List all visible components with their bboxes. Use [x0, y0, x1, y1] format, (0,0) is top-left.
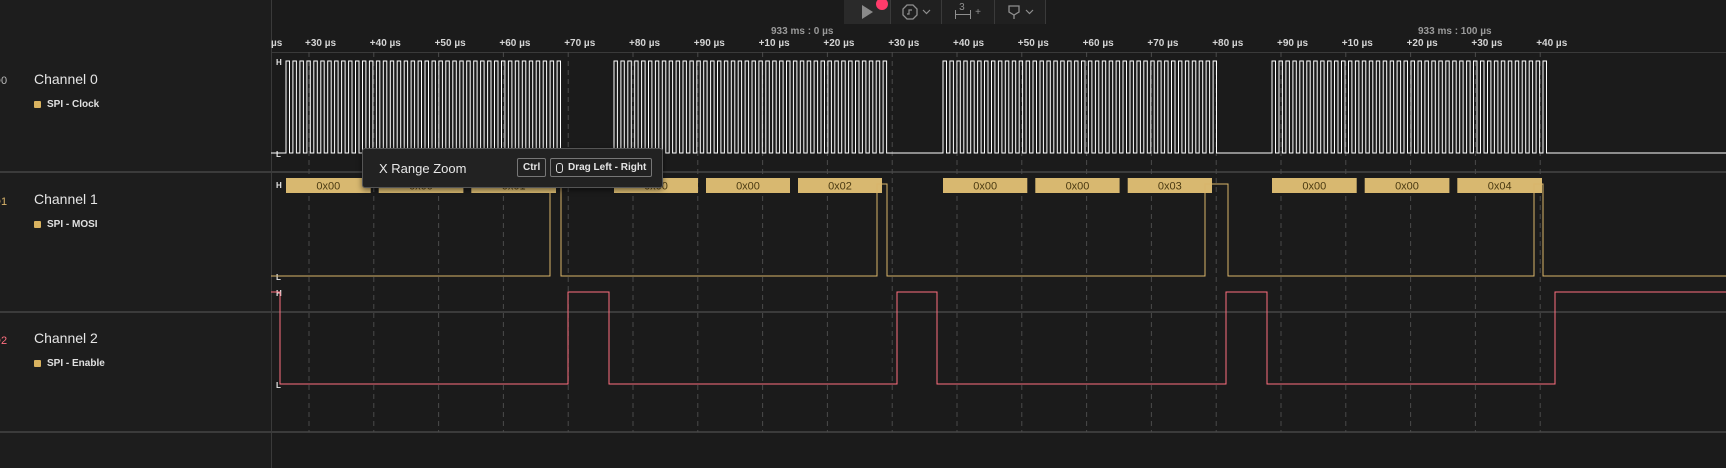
- mosi-trace: [271, 183, 1726, 277]
- capture-toolbar: 3 +: [844, 0, 1046, 24]
- decoded-byte-label: 0x03: [1158, 181, 1182, 193]
- record-indicator-icon: [876, 0, 888, 10]
- logic-analyzer-window: D0 Channel 0 SPI - Clock D1 Channel 1 SP…: [0, 0, 1726, 468]
- ruler-tick-label: +20 µs: [823, 38, 855, 49]
- decoded-byte-label: 0x00: [973, 181, 997, 193]
- ruler-tick-label: +70 µs: [1147, 38, 1179, 49]
- mouse-icon: [556, 162, 563, 173]
- x-range-zoom-tooltip: X Range Zoom Ctrl Drag Left - Right: [362, 148, 663, 188]
- analyzer-color-swatch: [34, 220, 41, 228]
- ruler-tick-label: +80 µs: [1212, 38, 1244, 49]
- analyzer-name: SPI - Enable: [47, 358, 105, 369]
- trigger-icon: [901, 4, 918, 20]
- marker-button[interactable]: [995, 0, 1046, 24]
- ctrl-key-hint: Ctrl: [517, 158, 547, 177]
- analyzer-tag[interactable]: SPI - Clock: [34, 99, 99, 110]
- channel-name: Channel 1: [34, 191, 98, 207]
- ruler-tick-label: +20 µs: [1406, 38, 1438, 49]
- drag-hint: Drag Left - Right: [550, 158, 653, 177]
- ruler-tick-label: +30 µs: [1471, 38, 1503, 49]
- level-high-label: H: [276, 58, 282, 67]
- decoded-byte-label: 0x00: [1066, 181, 1090, 193]
- tooltip-title: X Range Zoom: [379, 161, 467, 176]
- analyzer-tag[interactable]: SPI - Enable: [34, 358, 105, 369]
- ruler-tick-label: +10 µs: [1341, 38, 1373, 49]
- decoded-byte-label: 0x04: [1488, 181, 1512, 193]
- analyzer-name: SPI - Clock: [47, 99, 100, 110]
- channel-index: D0: [0, 75, 8, 87]
- channel-0-header[interactable]: D0 Channel 0 SPI - Clock: [0, 52, 271, 172]
- decoded-byte-label: 0x00: [1302, 181, 1326, 193]
- analyzer-name: SPI - MOSI: [47, 219, 98, 230]
- time-reference-label: 933 ms : 100 µs: [1418, 26, 1492, 37]
- ruler-tick-label: +90 µs: [1277, 38, 1309, 49]
- trigger-button[interactable]: [891, 0, 942, 24]
- ruler-tick-label: +30 µs: [305, 38, 337, 49]
- ruler-tick-label: +30 µs: [888, 38, 920, 49]
- drag-hint-label: Drag Left - Right: [568, 162, 647, 173]
- channel-1-header[interactable]: D1 Channel 1 SPI - MOSI: [0, 174, 271, 312]
- channel-list-panel: D0 Channel 0 SPI - Clock D1 Channel 1 SP…: [0, 0, 272, 468]
- measure-count: 3: [959, 2, 965, 13]
- channel-2-header[interactable]: D2 Channel 2 SPI - Enable: [0, 314, 271, 432]
- play-icon: [862, 5, 873, 19]
- level-high-label: H: [276, 181, 282, 190]
- ruler-tick-label: +90 µs: [693, 38, 725, 49]
- ruler-tick-label: +60 µs: [1082, 38, 1114, 49]
- channel-name: Channel 2: [34, 330, 98, 346]
- decoded-byte-label: 0x02: [828, 181, 852, 193]
- analyzer-tag[interactable]: SPI - MOSI: [34, 219, 98, 230]
- start-capture-button[interactable]: [844, 0, 891, 24]
- ruler-tick-label: µs: [271, 38, 283, 49]
- ruler-tick-label: +40 µs: [369, 38, 401, 49]
- channel-name: Channel 0: [34, 71, 98, 87]
- ruler-tick-label: +80 µs: [629, 38, 661, 49]
- add-measurement-button[interactable]: 3 +: [942, 0, 995, 24]
- ruler-tick-label: +60 µs: [499, 38, 531, 49]
- channel-index: D1: [0, 196, 8, 208]
- ruler-tick-label: +40 µs: [953, 38, 985, 49]
- ruler-tick-label: +10 µs: [758, 38, 790, 49]
- level-high-label: H: [276, 289, 282, 298]
- enable-trace: [271, 291, 1726, 385]
- decoded-byte-label: 0x00: [736, 181, 760, 193]
- analyzer-color-swatch: [34, 359, 41, 367]
- ruler-tick-label: +70 µs: [564, 38, 596, 49]
- waveform-area[interactable]: HLHLHL0x000x000x010x000x000x020x000x000x…: [271, 52, 1726, 432]
- time-ruler[interactable]: 933 ms : 0 µs 933 ms : 100 µs µs +30 µs +4…: [271, 24, 1726, 53]
- add-symbol: +: [975, 6, 981, 18]
- decoded-byte-label: 0x00: [1395, 181, 1419, 193]
- ruler-tick-label: +40 µs: [1536, 38, 1568, 49]
- measure-icon: 3: [955, 2, 972, 20]
- channel-index: D2: [0, 335, 8, 347]
- decoded-byte-label: 0x00: [316, 181, 340, 193]
- ruler-tick-label: +50 µs: [434, 38, 466, 49]
- level-low-label: L: [276, 273, 281, 282]
- marker-icon: [1007, 5, 1020, 19]
- clock-trace: [271, 60, 1726, 154]
- level-low-label: L: [276, 150, 281, 159]
- chevron-down-icon: [1025, 9, 1033, 15]
- time-reference-label: 933 ms : 0 µs: [771, 26, 834, 37]
- chevron-down-icon: [922, 9, 930, 15]
- ruler-tick-label: +50 µs: [1017, 38, 1049, 49]
- analyzer-color-swatch: [34, 100, 41, 108]
